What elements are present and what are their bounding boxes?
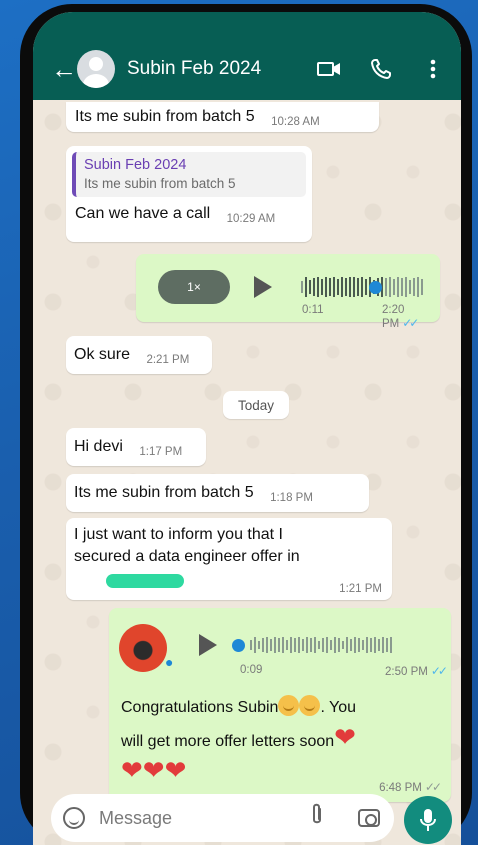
red-heart-emoji-icon: ❤ <box>142 755 165 785</box>
message-time-status: 2:20 PM ✓✓ <box>382 304 440 330</box>
voice-record-button[interactable] <box>404 796 452 844</box>
incoming-message[interactable]: I just want to inform you that I secured… <box>66 518 392 600</box>
play-icon[interactable] <box>254 276 272 298</box>
incoming-message[interactable]: Its me subin from batch 5 10:28 AM <box>66 102 379 132</box>
quoted-sender: Subin Feb 2024 <box>84 157 187 173</box>
outgoing-voice-message[interactable]: ● 0:09 2:50 PM ✓✓ <box>109 608 451 686</box>
incoming-message[interactable]: Its me subin from batch 5 1:18 PM <box>66 474 369 512</box>
red-heart-emoji-icon: ❤ <box>334 722 356 752</box>
chat-screen: ← Subin Feb 2024 Its me subin from batch… <box>33 12 461 845</box>
smiling-face-emoji-icon <box>278 695 300 716</box>
red-heart-emoji-icon: ❤ <box>164 755 187 785</box>
message-text: Its me subin from batch 5 <box>74 484 254 501</box>
smiling-face-emoji-icon <box>299 695 321 716</box>
mic-icon <box>420 809 436 831</box>
outgoing-message[interactable]: Congratulations Subin . You will get more… <box>109 686 451 802</box>
message-text: will get more offer letters soon <box>121 733 335 750</box>
delivered-ticks-icon: ✓✓ <box>424 780 442 794</box>
read-ticks-icon: ✓✓ <box>402 316 419 330</box>
playback-position-handle[interactable] <box>369 281 382 294</box>
audio-waveform[interactable] <box>250 634 392 656</box>
message-text-line: Congratulations Subin . You <box>121 692 439 724</box>
sender-avatar <box>119 624 167 672</box>
video-call-icon[interactable] <box>317 57 341 81</box>
chat-header: ← Subin Feb 2024 <box>33 38 461 100</box>
message-time: 1:18 PM <box>270 492 313 504</box>
message-time-status: 2:50 PM ✓✓ <box>385 664 448 678</box>
redacted-text <box>106 574 184 588</box>
audio-waveform[interactable] <box>301 276 423 298</box>
date-separator: Today <box>223 391 289 419</box>
message-text: . You <box>320 699 357 716</box>
outgoing-voice-message[interactable]: 1× 0:11 2:20 PM ✓✓ <box>136 254 440 330</box>
message-time: 10:28 AM <box>271 116 320 128</box>
playback-speed-button[interactable]: 1× <box>158 270 230 304</box>
message-text: Hi devi <box>74 438 123 455</box>
emoji-icon[interactable] <box>63 807 85 829</box>
status-bar <box>33 12 461 38</box>
camera-icon[interactable] <box>358 809 380 827</box>
message-list[interactable]: Its me subin from batch 5 10:28 AM Subin… <box>33 100 461 802</box>
message-text: Congratulations Subin <box>121 699 279 716</box>
avatar[interactable] <box>77 50 115 88</box>
message-input-bar[interactable]: Message <box>51 794 394 842</box>
voice-duration: 0:11 <box>302 304 324 316</box>
read-ticks-icon: ✓✓ <box>430 664 448 678</box>
message-text-line: will get more offer letters soon❤ <box>121 724 439 757</box>
incoming-message[interactable]: Hi devi 1:17 PM <box>66 428 206 466</box>
message-input[interactable]: Message <box>99 808 310 829</box>
red-heart-emoji-icon: ❤ <box>121 755 143 785</box>
message-time-status: 6:48 PM ✓✓ <box>379 780 442 794</box>
message-text: Ok sure <box>74 346 131 363</box>
incoming-message[interactable]: Subin Feb 2024 Its me subin from batch 5… <box>66 146 312 242</box>
message-text: Can we have a call <box>75 205 211 222</box>
message-time: 1:17 PM <box>139 446 183 458</box>
attach-icon[interactable] <box>310 803 324 833</box>
message-time: 1:21 PM <box>339 583 382 595</box>
contact-name[interactable]: Subin Feb 2024 <box>127 58 317 80</box>
quoted-text: Its me subin from batch 5 <box>84 176 236 191</box>
more-menu-icon[interactable] <box>421 57 445 81</box>
message-time: 6:48 PM <box>379 782 422 794</box>
message-text: Its me subin from batch 5 <box>75 108 255 125</box>
back-arrow-icon[interactable]: ← <box>51 56 77 82</box>
message-text-line: secured a data engineer offer in <box>74 548 300 565</box>
voice-call-icon[interactable] <box>369 57 393 81</box>
message-time: 2:21 PM <box>146 354 190 366</box>
voice-duration: 0:09 <box>240 664 263 676</box>
incoming-message[interactable]: Ok sure 2:21 PM <box>66 336 212 374</box>
message-time: 2:50 PM <box>385 666 428 678</box>
mic-icon: ● <box>165 654 174 670</box>
quoted-message[interactable]: Subin Feb 2024 Its me subin from batch 5 <box>72 152 306 197</box>
message-text-line: I just want to inform you that I <box>74 526 283 543</box>
playback-position-handle[interactable] <box>232 639 245 652</box>
play-icon[interactable] <box>199 634 217 656</box>
message-time: 10:29 AM <box>226 213 276 225</box>
